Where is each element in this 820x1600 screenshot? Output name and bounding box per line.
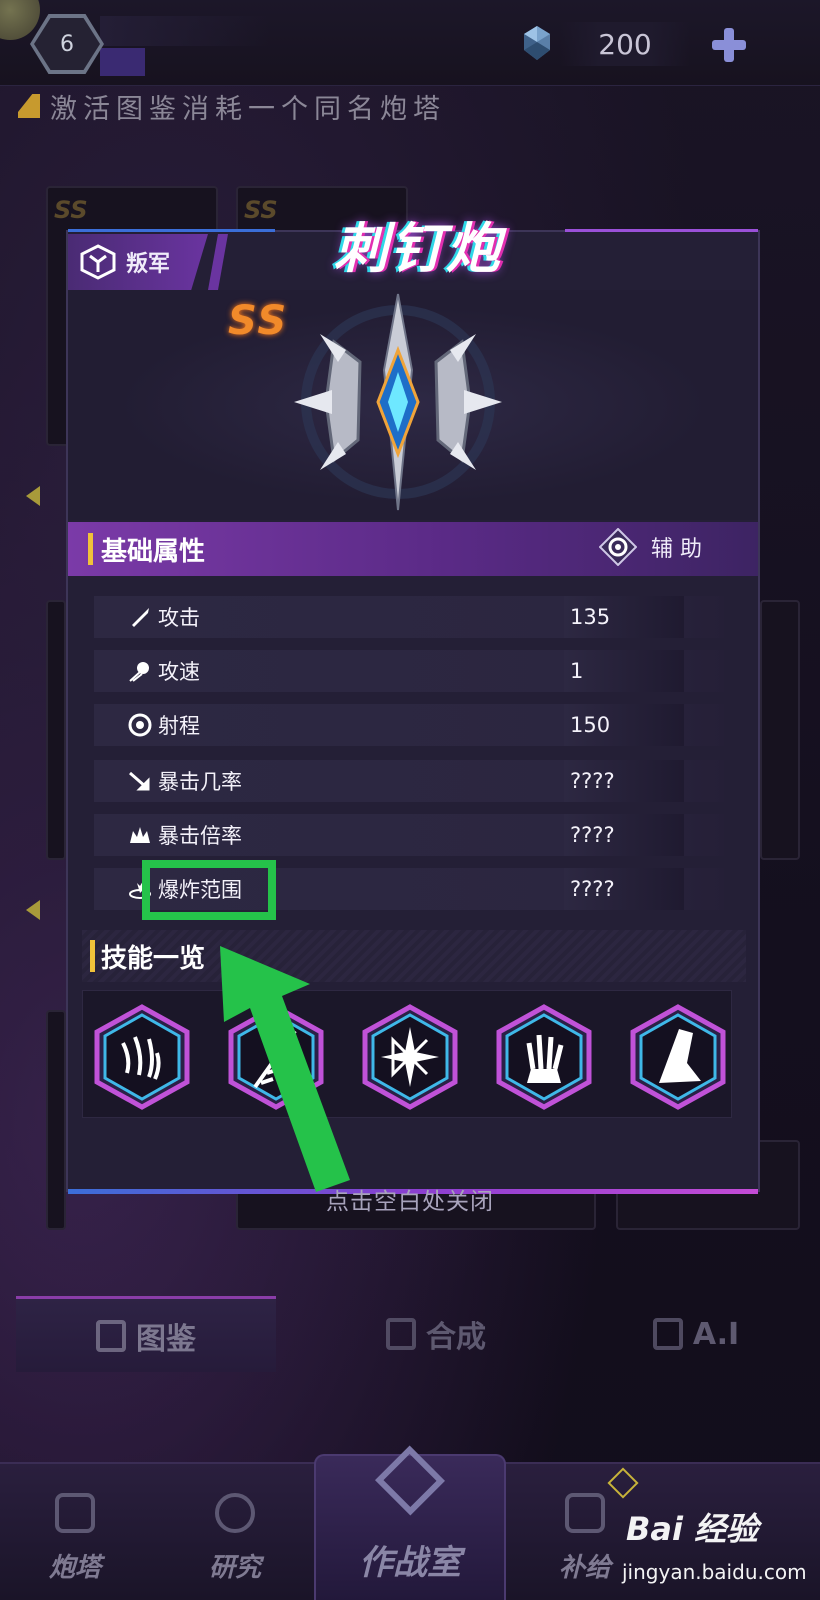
basic-attributes-header: 基础属性 辅 助 [68,522,758,576]
stat-row-crit-chance: 暴击几率 ???? [94,760,724,802]
section-accent-bar [88,533,93,565]
rank-badge: SS [228,298,289,344]
atom-research-icon [215,1493,255,1533]
section-accent-bar [90,940,95,972]
top-bar: 6 200 [0,0,820,86]
spike-cannon-tower-icon [294,293,502,511]
star-burst-skill-icon[interactable] [359,1003,461,1111]
basic-attributes-title: 基础属性 [101,536,206,567]
gem-count: 200 [560,22,690,66]
tab-label: 图鉴 [136,1321,196,1357]
stat-label: 攻速 [158,660,200,684]
tower-name: 刺钉炮 [334,217,502,280]
level-progress-fill [100,48,145,76]
tab-row: 图鉴 合成 A.I [16,1296,806,1372]
faction-stripe [208,234,228,290]
faction-name: 叛军 [126,252,171,277]
stat-row-range: 射程 150 [94,704,724,746]
tab-synthesis[interactable]: 合成 [336,1296,536,1372]
tab-ai[interactable]: A.I [596,1296,796,1372]
stat-label: 射程 [158,714,200,738]
background-card-rank: SS [244,196,278,224]
stat-value: 135 [570,605,611,629]
nav-label: 研究 [208,1553,261,1583]
codex-tab-icon [96,1319,126,1352]
level-progress-track [100,16,270,46]
role-badge: 辅 助 [599,528,702,566]
gem-icon [524,26,550,60]
stat-value: ???? [570,823,615,847]
tab-codex[interactable]: 图鉴 [16,1296,276,1372]
scroll-left-arrow-icon[interactable] [26,486,40,506]
background-card-rank: SS [54,196,88,224]
baidu-watermark: Bai 经验 jingyan.baidu.com [596,1500,807,1590]
scroll-left-arrow-icon[interactable] [26,900,40,920]
skills-title: 技能一览 [101,943,206,974]
nav-research[interactable]: 研究 [160,1464,310,1600]
crit-multiplier-icon [130,827,150,843]
background-tower-card[interactable] [760,600,800,860]
close-hint[interactable]: 点击空白处关闭 [0,1182,820,1216]
pointer-arrow-icon [220,946,350,1192]
stat-label: 暴击倍率 [158,824,242,848]
crit-chance-icon [129,771,150,791]
watermark-url: jingyan.baidu.com [622,1560,807,1584]
tab-label: A.I [692,1316,740,1352]
stat-row-attack-speed: 攻速 1 [94,650,724,692]
nav-label: 作战室 [359,1543,461,1583]
attack-speed-icon [129,662,149,682]
stat-value: ???? [570,877,615,901]
hint-marker-icon [18,94,40,118]
hint-text: 激活图鉴消耗一个同名炮塔 [50,93,446,125]
stat-value: ???? [570,769,615,793]
hand-skill-icon[interactable] [493,1003,595,1111]
level-number: 6 [34,18,100,70]
tab-label: 合成 [426,1320,486,1355]
skills-panel [82,990,732,1118]
synthesis-tab-icon [386,1318,416,1350]
claw-skill-icon[interactable] [91,1003,193,1111]
tower-portrait-area: SS [68,290,758,520]
stat-label: 攻击 [158,606,200,630]
war-room-diamond-icon [374,1445,446,1516]
stat-value: 150 [570,713,611,737]
corner-decoration [0,0,40,40]
level-badge: 6 [30,14,104,74]
activation-hint: 激活图鉴消耗一个同名炮塔 [18,86,820,126]
add-gems-button[interactable] [710,26,748,64]
skills-header: 技能一览 [82,930,746,982]
stat-row-crit-multiplier: 暴击倍率 ???? [94,814,724,856]
stat-row-attack: 攻击 135 [94,596,724,638]
role-label: 辅 助 [651,537,702,562]
watermark-brand: Bai 经验 [626,1510,759,1548]
tower-detail-modal: 叛军 刺钉炮 SS 基础属性 辅 助 攻击 135 攻速 1 射程 150 暴击… [66,217,760,1194]
leg-skill-icon[interactable] [627,1003,729,1111]
support-gear-icon [599,528,637,566]
nav-towers[interactable]: 炮塔 [0,1464,150,1600]
nav-war-room[interactable]: 作战室 [314,1445,506,1600]
faction-tag: 叛军 [68,234,208,290]
attack-icon [132,608,149,627]
background-tower-card[interactable] [46,600,66,860]
range-icon [128,713,152,737]
nav-label: 炮塔 [48,1553,101,1583]
tower-nav-icon [55,1493,95,1533]
ai-chip-tab-icon [652,1318,683,1350]
stat-value: 1 [570,659,584,683]
stat-label: 暴击几率 [158,770,242,794]
highlight-box [142,860,276,920]
rebel-faction-icon [80,244,116,280]
